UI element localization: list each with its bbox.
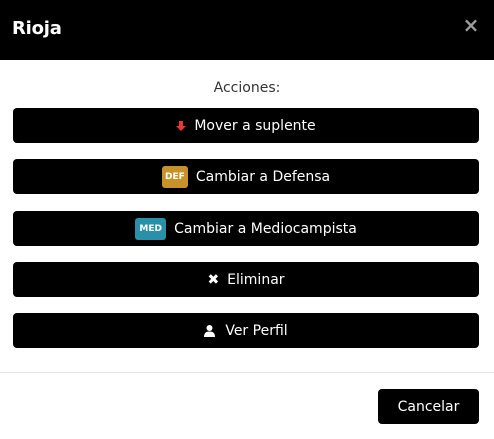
move-to-bench-button[interactable]: Mover a suplente xyxy=(13,108,479,143)
change-to-midfielder-button[interactable]: MED Cambiar a Mediocampista xyxy=(13,211,479,246)
user-icon xyxy=(204,324,216,337)
position-badge-med: MED xyxy=(135,217,167,240)
arrow-down-icon xyxy=(176,120,187,131)
x-icon: ✖ xyxy=(207,271,220,288)
change-to-defense-button[interactable]: DEF Cambiar a Defensa xyxy=(13,159,479,194)
footer-divider xyxy=(0,372,494,373)
player-actions-modal: Rioja × Acciones: Mover a suplente DEF C… xyxy=(0,0,494,439)
change-to-defense-label: Cambiar a Defensa xyxy=(195,168,331,185)
modal-title: Rioja xyxy=(12,18,62,39)
close-icon[interactable]: × xyxy=(462,14,480,36)
modal-header: Rioja × xyxy=(0,0,494,60)
cancel-button[interactable]: Cancelar xyxy=(378,389,479,424)
delete-button[interactable]: ✖ Eliminar xyxy=(13,262,479,297)
change-to-midfielder-label: Cambiar a Mediocampista xyxy=(174,220,357,237)
actions-label: Acciones: xyxy=(213,80,281,96)
position-badge-def: DEF xyxy=(161,165,188,188)
delete-label: Eliminar xyxy=(227,271,285,288)
view-profile-button[interactable]: Ver Perfil xyxy=(13,313,479,348)
move-to-bench-label: Mover a suplente xyxy=(194,117,316,134)
view-profile-label: Ver Perfil xyxy=(225,322,288,339)
